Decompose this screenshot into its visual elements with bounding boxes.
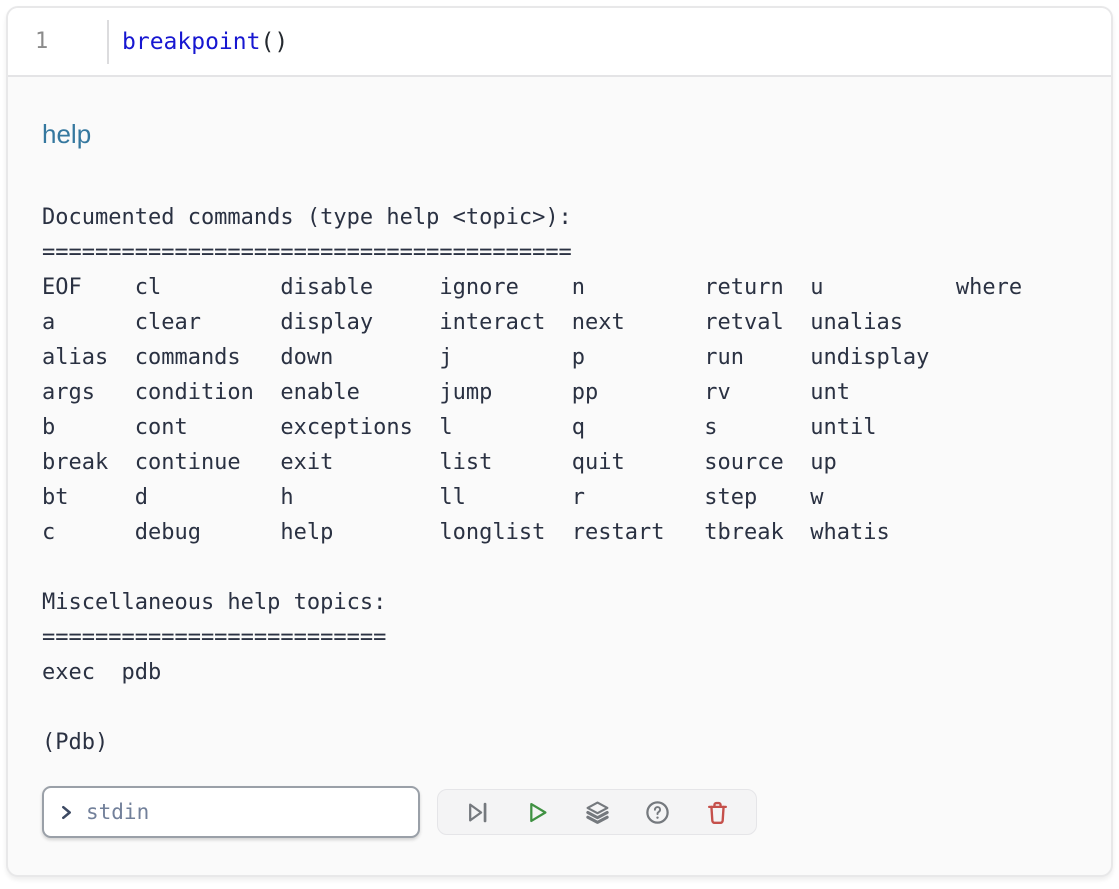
layers-icon (584, 799, 611, 826)
step-next-icon (464, 799, 491, 826)
code-token-function: breakpoint (122, 29, 260, 55)
trash-icon (704, 799, 731, 826)
help-button[interactable] (643, 798, 671, 826)
help-circle-icon (644, 799, 671, 826)
run-play-icon (524, 799, 551, 826)
help-output-pre: Documented commands (type help <topic>):… (42, 200, 1077, 760)
clear-button[interactable] (703, 798, 731, 826)
line-number: 1 (8, 29, 107, 54)
code-token-parens: () (260, 29, 288, 55)
debug-toolbar (437, 789, 757, 835)
chevron-right-icon (58, 804, 75, 821)
step-next-button[interactable] (463, 798, 491, 826)
stdin-field[interactable] (86, 800, 404, 824)
run-button[interactable] (523, 798, 551, 826)
code-line[interactable]: breakpoint() (109, 29, 288, 55)
stack-button[interactable] (583, 798, 611, 826)
console-row (42, 786, 1077, 838)
code-editor-row: 1 breakpoint() (8, 8, 1111, 77)
debug-cell-card: 1 breakpoint() help Documented commands … (6, 6, 1113, 877)
command-echo: help (42, 119, 1077, 149)
output-panel: help Documented commands (type help <top… (8, 119, 1111, 838)
stdin-input[interactable] (42, 786, 420, 838)
